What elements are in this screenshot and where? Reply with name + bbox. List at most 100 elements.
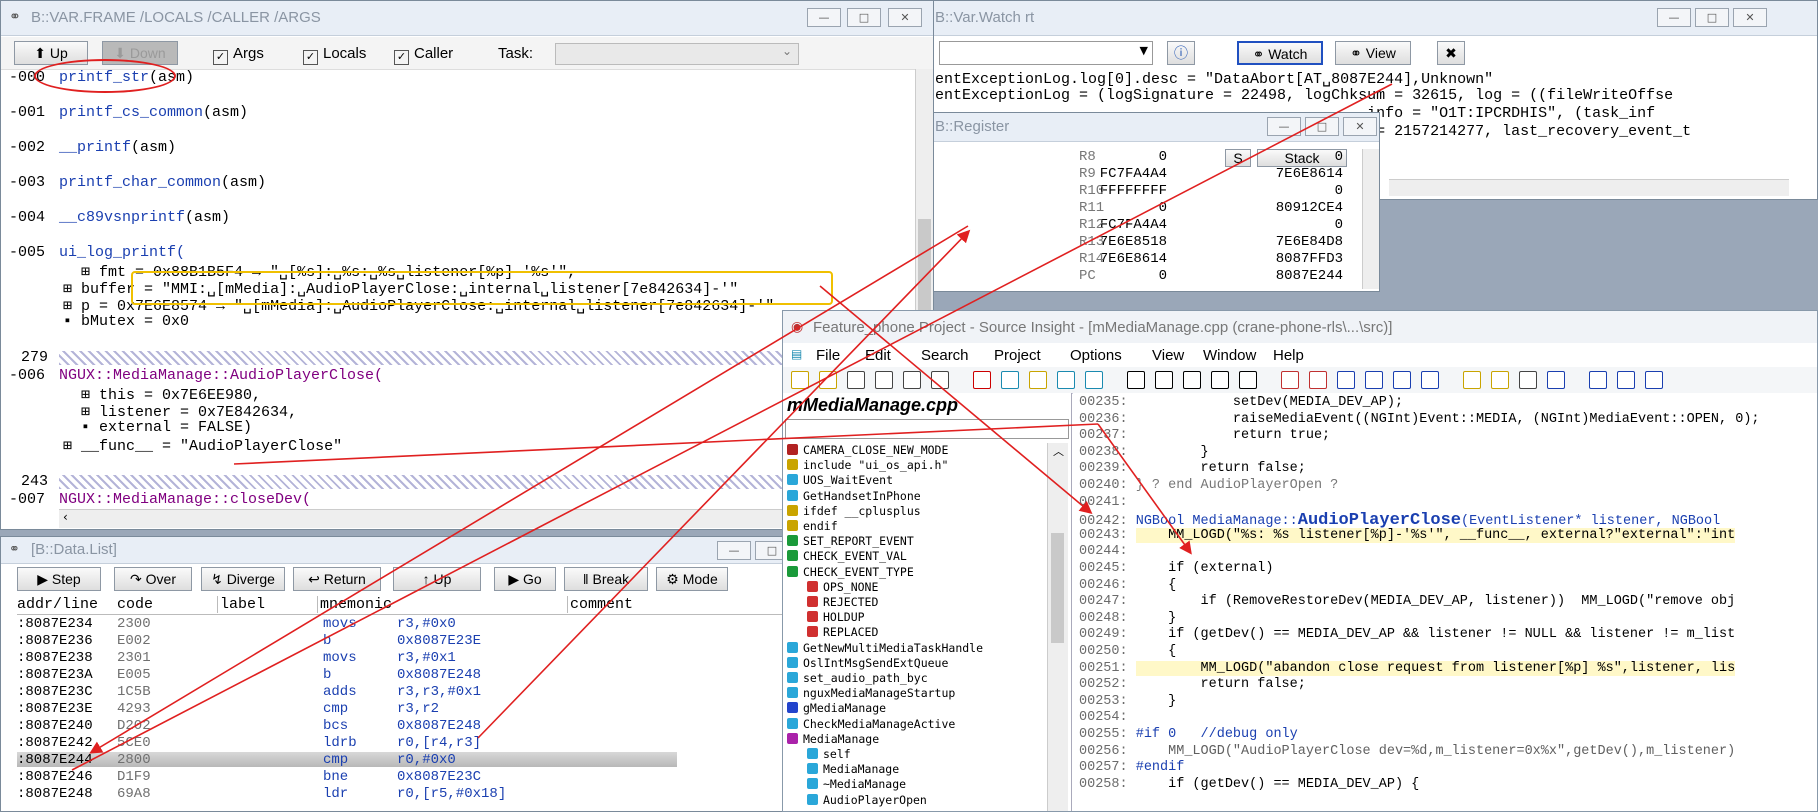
watch-button[interactable]: ⚭ Watch xyxy=(1237,41,1323,65)
list-item[interactable]: set_audio_path_byc xyxy=(787,671,928,685)
binoculars-icon[interactable] xyxy=(1127,371,1145,389)
table-row[interactable]: :8087E244 2800 cmp r0,#0x0 xyxy=(17,752,677,768)
source-line[interactable]: 00240: } ? end AudioPlayerOpen ? xyxy=(1079,478,1338,493)
step-button[interactable]: ▶ Step xyxy=(17,567,101,591)
var-watch-hscroll[interactable] xyxy=(1389,179,1789,196)
frame-entry[interactable]: __printf(asm) xyxy=(59,139,176,156)
source-line[interactable]: 00237: return true; xyxy=(1079,428,1330,443)
save-all-icon[interactable] xyxy=(875,371,893,389)
table-row[interactable]: :8087E238 2301 movs r3,#0x1 xyxy=(17,650,677,666)
minimize-button[interactable]: — xyxy=(1657,8,1691,27)
over-button[interactable]: ↷ Over xyxy=(114,567,192,591)
refresh-icon[interactable] xyxy=(1547,371,1565,389)
list-item[interactable]: self xyxy=(807,747,851,761)
register-value[interactable]: 80912CE4 xyxy=(1223,200,1343,216)
si-titlebar[interactable]: ◉ Feature_phone Project - Source Insight… xyxy=(783,311,1817,344)
info-button[interactable]: ⓘ xyxy=(1167,41,1195,65)
source-line[interactable]: 00249: if (getDev() == MEDIA_DEV_AP && l… xyxy=(1079,627,1735,642)
source-line[interactable]: 00239: return false; xyxy=(1079,461,1306,476)
frame-function[interactable]: NGUX::MediaManage::AudioPlayerClose( xyxy=(59,367,383,384)
menu-project[interactable]: Project xyxy=(994,347,1041,364)
frame-entry[interactable]: printf_char_common(asm) xyxy=(59,174,266,191)
list-item[interactable]: CHECK_EVENT_TYPE xyxy=(787,565,914,579)
menu-edit[interactable]: Edit xyxy=(865,347,891,364)
menu-options[interactable]: Options xyxy=(1070,347,1122,364)
task-combo[interactable]: ⌄ xyxy=(555,43,799,65)
close-file-icon[interactable] xyxy=(903,371,921,389)
list-item[interactable]: AudioPlayerOpen xyxy=(807,793,927,807)
source-line[interactable]: 00251: MM_LOGD("abandon close request fr… xyxy=(1079,660,1736,676)
source-line[interactable]: 00254: xyxy=(1079,710,1136,725)
frame-local-var[interactable]: ⊞ __func__ = "AudioPlayerClose" xyxy=(63,436,342,455)
maximize-button[interactable]: □ xyxy=(847,8,881,27)
jump-icon[interactable] xyxy=(1393,371,1411,389)
back-icon[interactable] xyxy=(1337,371,1355,389)
source-line[interactable]: 00253: } xyxy=(1079,694,1176,709)
caller-checkbox[interactable]: ✓ Caller xyxy=(394,45,453,65)
table-row[interactable]: :8087E23E 4293 cmp r3,r2 xyxy=(17,701,677,717)
list-item[interactable]: nguxMediaManageStartup xyxy=(787,686,955,700)
list-item[interactable]: MediaManage xyxy=(787,732,879,746)
list-item[interactable]: include "ui_os_api.h" xyxy=(787,458,948,472)
source-line[interactable]: 00247: if (RemoveRestoreDev(MEDIA_DEV_AP… xyxy=(1079,594,1735,609)
minimize-button[interactable]: — xyxy=(807,8,841,27)
source-line[interactable]: 00252: return false; xyxy=(1079,677,1306,692)
jump-back-icon[interactable] xyxy=(1421,371,1439,389)
open-icon[interactable] xyxy=(819,371,837,389)
list-item[interactable]: gMediaManage xyxy=(787,701,886,715)
maximize-button[interactable]: □ xyxy=(1695,8,1729,27)
source-line[interactable]: 00258: if (getDev() == MEDIA_DEV_AP) { xyxy=(1079,777,1419,792)
symbol-vscroll[interactable]: ︿ xyxy=(1047,443,1068,811)
table-row[interactable]: :8087E246 D1F9 bne 0x8087E23C xyxy=(17,769,677,785)
list-item[interactable]: CheckMediaManageActive xyxy=(787,717,955,731)
source-line[interactable]: 00248: } xyxy=(1079,611,1176,626)
close-button[interactable]: ✕ xyxy=(1733,8,1767,27)
undo-icon[interactable] xyxy=(1057,371,1075,389)
register-value[interactable]: 7E6E84D8 xyxy=(1223,234,1343,250)
register-vscroll[interactable] xyxy=(1362,149,1379,289)
list-item[interactable]: SET_REPORT_EVENT xyxy=(787,534,914,548)
list-item[interactable]: endif xyxy=(787,519,838,533)
source-line[interactable]: 00243: MM_LOGD("%s: %s listener[%p]-'%s'… xyxy=(1079,527,1736,543)
break-button[interactable]: ‖ Break xyxy=(564,567,648,591)
table-row[interactable]: :8087E242 5CE0 ldrb r0,[r4,r3] xyxy=(17,735,677,751)
layout3-icon[interactable] xyxy=(1645,371,1663,389)
layout2-icon[interactable] xyxy=(1617,371,1635,389)
table-row[interactable]: :8087E23C 1C5B adds r3,r3,#0x1 xyxy=(17,684,677,700)
bookmark-next-icon[interactable] xyxy=(1309,371,1327,389)
redo-icon[interactable] xyxy=(1085,371,1103,389)
chevron-up-icon[interactable]: ︿ xyxy=(1053,443,1064,459)
scroll-thumb[interactable] xyxy=(1051,533,1064,643)
menu-window[interactable]: Window xyxy=(1203,347,1256,364)
register-value[interactable]: 8087E244 xyxy=(1223,268,1343,284)
source-line[interactable]: 00245: if (external) xyxy=(1079,561,1273,576)
cut-icon[interactable] xyxy=(973,371,991,389)
register-titlebar[interactable]: B::Register — □ ✕ xyxy=(929,113,1379,142)
mode-button[interactable]: ⚙ Mode xyxy=(656,567,728,591)
menu-help[interactable]: Help xyxy=(1273,347,1304,364)
list-item[interactable]: CHECK_EVENT_VAL xyxy=(787,549,907,563)
frame-function[interactable]: NGUX::MediaManage::closeDev( xyxy=(59,491,311,508)
table-row[interactable]: :8087E248 69A8 ldr r0,[r5,#0x18] xyxy=(17,786,677,802)
regex-icon[interactable] xyxy=(1239,371,1257,389)
args-checkbox[interactable]: ✓ Args xyxy=(213,45,264,65)
table-row[interactable]: :8087E23A E005 b 0x8087E248 xyxy=(17,667,677,683)
frame-local-var[interactable]: ▪ bMutex = 0x0 xyxy=(63,313,189,330)
register-value[interactable]: 0 xyxy=(1223,149,1343,165)
minimize-button[interactable]: — xyxy=(1267,117,1301,136)
source-line[interactable]: 00250: { xyxy=(1079,644,1176,659)
lookup-icon[interactable] xyxy=(1491,371,1509,389)
diverge-button[interactable]: ↯ Diverge xyxy=(201,567,285,591)
menu-file[interactable]: File xyxy=(816,347,840,364)
go-button[interactable]: ▶ Go xyxy=(494,567,556,591)
list-item[interactable]: GetNewMultiMediaTaskHandle xyxy=(787,641,983,655)
list-item[interactable]: ~MediaManage xyxy=(807,777,906,791)
data-list-titlebar[interactable]: [B::Data.List] ⚭ — □ xyxy=(1,537,789,564)
register-value[interactable]: 0 xyxy=(1223,217,1343,233)
frame-local-var[interactable]: ▪ external = FALSE) xyxy=(81,419,252,436)
print-icon[interactable] xyxy=(931,371,949,389)
frame-function[interactable]: ui_log_printf( xyxy=(59,244,185,261)
close-button[interactable]: ✕ xyxy=(1343,117,1377,136)
bookmark-icon[interactable] xyxy=(1281,371,1299,389)
view-button[interactable]: ⚭ View xyxy=(1335,41,1411,65)
